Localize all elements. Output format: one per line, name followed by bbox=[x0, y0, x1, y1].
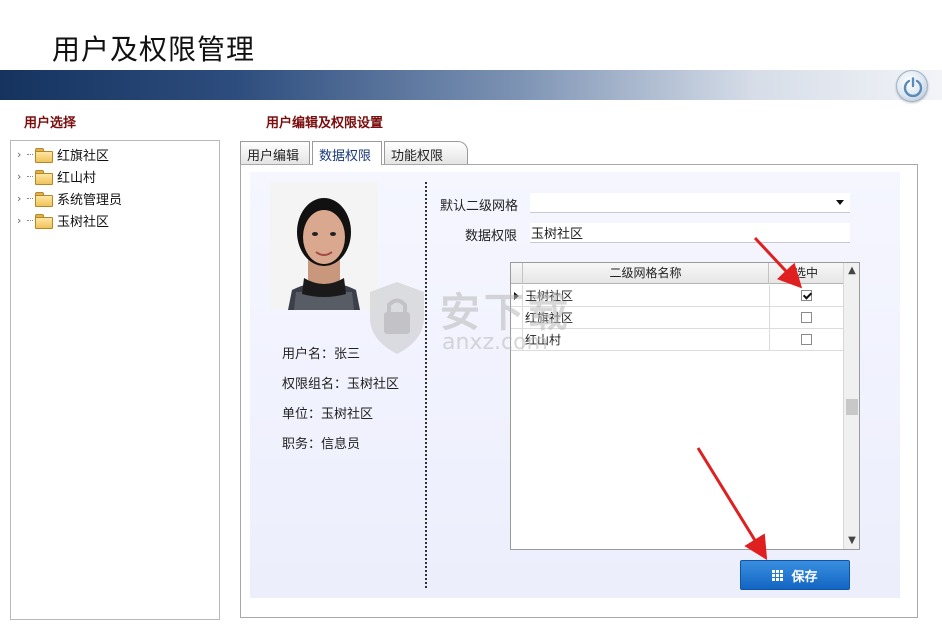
data-permission-label: 数据权限 bbox=[465, 229, 518, 244]
row-checkbox[interactable] bbox=[801, 334, 812, 345]
user-photo bbox=[270, 182, 378, 310]
tree-connector bbox=[27, 175, 33, 177]
chevron-down-icon bbox=[836, 200, 844, 205]
row-indicator bbox=[511, 285, 523, 307]
power-button[interactable] bbox=[896, 70, 928, 102]
tree-item-label: 红旗社区 bbox=[57, 148, 110, 164]
chevron-right-icon[interactable]: › bbox=[17, 192, 27, 205]
user-tree: › 红旗社区 › 红山村 › 系统管理员 › 玉树社区 bbox=[10, 140, 220, 620]
grid-header: 二级网格名称 选中 bbox=[511, 263, 843, 284]
tree-connector bbox=[27, 219, 33, 221]
tree-item[interactable]: › 玉树社区 bbox=[17, 210, 109, 230]
save-button[interactable]: 保存 bbox=[740, 560, 850, 590]
scroll-up-icon[interactable]: ▲ bbox=[844, 263, 860, 279]
user-edit-label: 用户编辑及权限设置 bbox=[266, 116, 384, 131]
table-row[interactable]: 红旗社区 bbox=[511, 307, 843, 329]
chevron-right-icon[interactable]: › bbox=[17, 148, 27, 161]
grid-table: 二级网格名称 选中 玉树社区 红旗社区 红山村 ▲ ▼ bbox=[510, 262, 860, 550]
tree-connector bbox=[27, 197, 33, 199]
row-name: 玉树社区 bbox=[525, 289, 574, 303]
user-unit: 单位：玉树社区 bbox=[282, 407, 374, 422]
table-row[interactable]: 玉树社区 bbox=[511, 285, 843, 307]
row-checkbox[interactable] bbox=[801, 290, 812, 301]
caret-right-icon bbox=[514, 292, 519, 300]
chevron-right-icon[interactable]: › bbox=[17, 170, 27, 183]
folder-icon bbox=[35, 169, 53, 185]
tree-item-label: 系统管理员 bbox=[57, 192, 123, 208]
vertical-separator bbox=[425, 182, 427, 588]
header-bar bbox=[0, 70, 942, 100]
row-name: 红山村 bbox=[525, 333, 562, 347]
row-check-cell bbox=[769, 307, 843, 329]
tab-user-edit[interactable]: 用户编辑 bbox=[240, 141, 310, 164]
power-icon bbox=[903, 77, 923, 98]
user-name: 用户名：张三 bbox=[282, 347, 361, 362]
app-title: 用户及权限管理 bbox=[52, 33, 256, 66]
row-indicator bbox=[511, 329, 523, 351]
table-row[interactable]: 红山村 bbox=[511, 329, 843, 351]
col-header-selected[interactable]: 选中 bbox=[769, 263, 843, 284]
tree-item[interactable]: › 系统管理员 bbox=[17, 188, 122, 208]
default-grid-label: 默认二级网格 bbox=[440, 199, 519, 214]
tab-data-permission[interactable]: 数据权限 bbox=[312, 141, 382, 165]
tree-item-label: 红山村 bbox=[57, 170, 97, 186]
folder-icon bbox=[35, 191, 53, 207]
grid-icon bbox=[772, 569, 784, 581]
chevron-right-icon[interactable]: › bbox=[17, 214, 27, 227]
row-indicator bbox=[511, 307, 523, 329]
user-group: 权限组名：玉树社区 bbox=[282, 377, 400, 392]
row-check-cell bbox=[769, 329, 843, 351]
row-check-cell bbox=[769, 285, 843, 307]
col-header-name[interactable]: 二级网格名称 bbox=[523, 263, 769, 284]
save-button-label: 保存 bbox=[791, 569, 818, 585]
user-position: 职务：信息员 bbox=[282, 437, 361, 452]
scroll-down-icon[interactable]: ▼ bbox=[844, 533, 860, 549]
tab-function-permission[interactable]: 功能权限 bbox=[384, 141, 468, 164]
row-checkbox[interactable] bbox=[801, 312, 812, 323]
tree-item[interactable]: › 红旗社区 bbox=[17, 144, 109, 164]
scroll-thumb[interactable] bbox=[846, 399, 858, 415]
tree-connector bbox=[27, 153, 33, 155]
tree-item[interactable]: › 红山村 bbox=[17, 166, 96, 186]
default-grid-select[interactable] bbox=[530, 193, 850, 213]
row-name: 红旗社区 bbox=[525, 311, 574, 325]
tree-item-label: 玉树社区 bbox=[57, 214, 110, 230]
folder-icon bbox=[35, 213, 53, 229]
grid-header-indicator bbox=[511, 263, 523, 284]
user-select-label: 用户选择 bbox=[24, 116, 77, 131]
folder-icon bbox=[35, 147, 53, 163]
data-permission-field[interactable] bbox=[530, 223, 850, 243]
grid-scrollbar[interactable]: ▲ ▼ bbox=[843, 263, 859, 549]
